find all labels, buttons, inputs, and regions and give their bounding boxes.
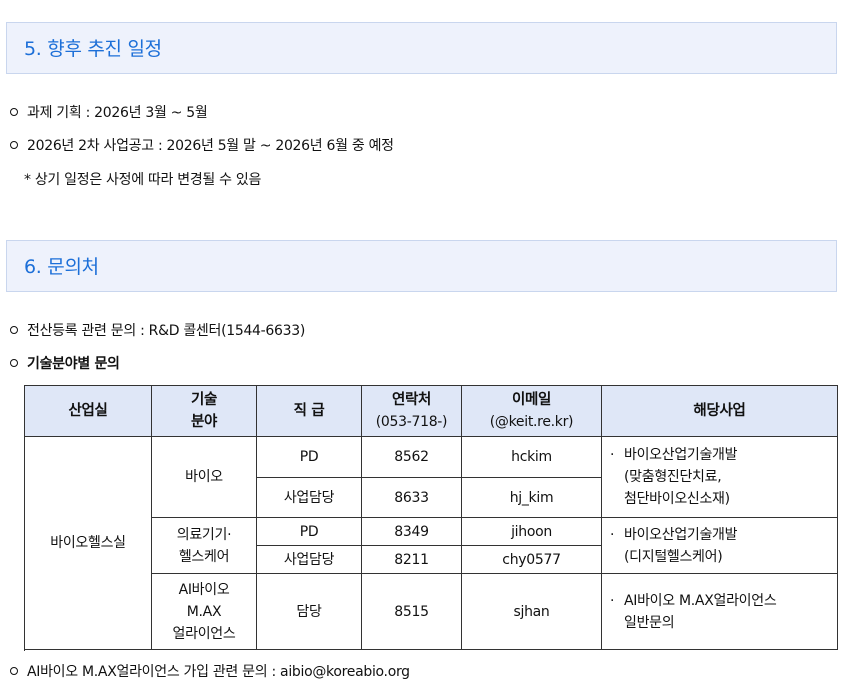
table-header-row: 산업실 기술 분야 직 급 연락처 (053-718-) 이메일 (@keit.re.… (24, 385, 838, 437)
position-cell: 사업담당 (256, 477, 362, 518)
field-cell-bio: 바이오 (151, 436, 257, 518)
section-5-title: 5. 향후 추진 일정 (24, 38, 162, 60)
contact-cell: 8515 (361, 573, 462, 650)
biz-cell-bio: · 바이오산업기술개발 (맞춤형진단치료, 첨단바이오신소재) (601, 436, 838, 518)
contact-cell: 8562 (361, 436, 462, 478)
section-6-title: 6. 문의처 (24, 256, 99, 278)
section-6-header: 6. 문의처 (6, 240, 837, 292)
circle-bullet-icon (10, 108, 18, 116)
email-cell: jihoon (461, 517, 602, 546)
header-contact: 연락처 (053-718-) (361, 385, 462, 437)
schedule-note: * 상기 일정은 사정에 따라 변경될 수 있음 (24, 172, 262, 188)
circle-bullet-icon (10, 141, 18, 149)
email-cell: hckim (461, 436, 602, 478)
position-cell: 담당 (256, 573, 362, 650)
contact-item-field: 기술분야별 문의 (10, 354, 120, 374)
header-biz: 해당사업 (601, 385, 838, 437)
email-cell: chy0577 (461, 545, 602, 574)
header-field: 기술 분야 (151, 385, 257, 437)
header-position: 직 급 (256, 385, 362, 437)
contact-cell: 8633 (361, 477, 462, 518)
contact-table: 산업실 기술 분야 직 급 연락처 (053-718-) 이메일 (@keit.re.… (24, 385, 838, 650)
position-cell: PD (256, 436, 362, 478)
section-5-header: 5. 향후 추진 일정 (6, 22, 837, 74)
header-email: 이메일 (@keit.re.kr) (461, 385, 602, 437)
biz-cell-med: · 바이오산업기술개발 (디지털헬스케어) (601, 517, 838, 574)
table-row: 바이오헬스실 바이오 PD 8562 hckim · 바이오산업기술개발 (맞춤형진… (24, 436, 838, 650)
field-cell-med: 의료기기· 헬스케어 (151, 517, 257, 574)
field-cell-ai: AI바이오 M.AX 얼라이언스 (151, 573, 257, 650)
contact-item-alliance: AI바이오 M.AX얼라이언스 가입 관련 문의 : aibio@koreabi… (10, 662, 410, 682)
schedule-item-planning: 과제 기획 : 2026년 3월 ~ 5월 (10, 103, 208, 123)
contact-cell: 8349 (361, 517, 462, 546)
circle-bullet-icon (10, 326, 18, 334)
contact-item-callcenter: 전산등록 관련 문의 : R&D 콜센터(1544-6633) (10, 321, 305, 341)
header-dept: 산업실 (24, 385, 152, 437)
schedule-item-announcement: 2026년 2차 사업공고 : 2026년 5월 말 ~ 2026년 6월 중 … (10, 136, 394, 156)
circle-bullet-icon (10, 667, 18, 675)
email-cell: sjhan (461, 573, 602, 650)
email-cell: hj_kim (461, 477, 602, 518)
position-cell: 사업담당 (256, 545, 362, 574)
dept-cell: 바이오헬스실 (24, 436, 152, 650)
circle-bullet-icon (10, 359, 18, 367)
contact-cell: 8211 (361, 545, 462, 574)
biz-cell-ai: · AI바이오 M.AX얼라이언스 일반문의 (601, 573, 838, 650)
position-cell: PD (256, 517, 362, 546)
